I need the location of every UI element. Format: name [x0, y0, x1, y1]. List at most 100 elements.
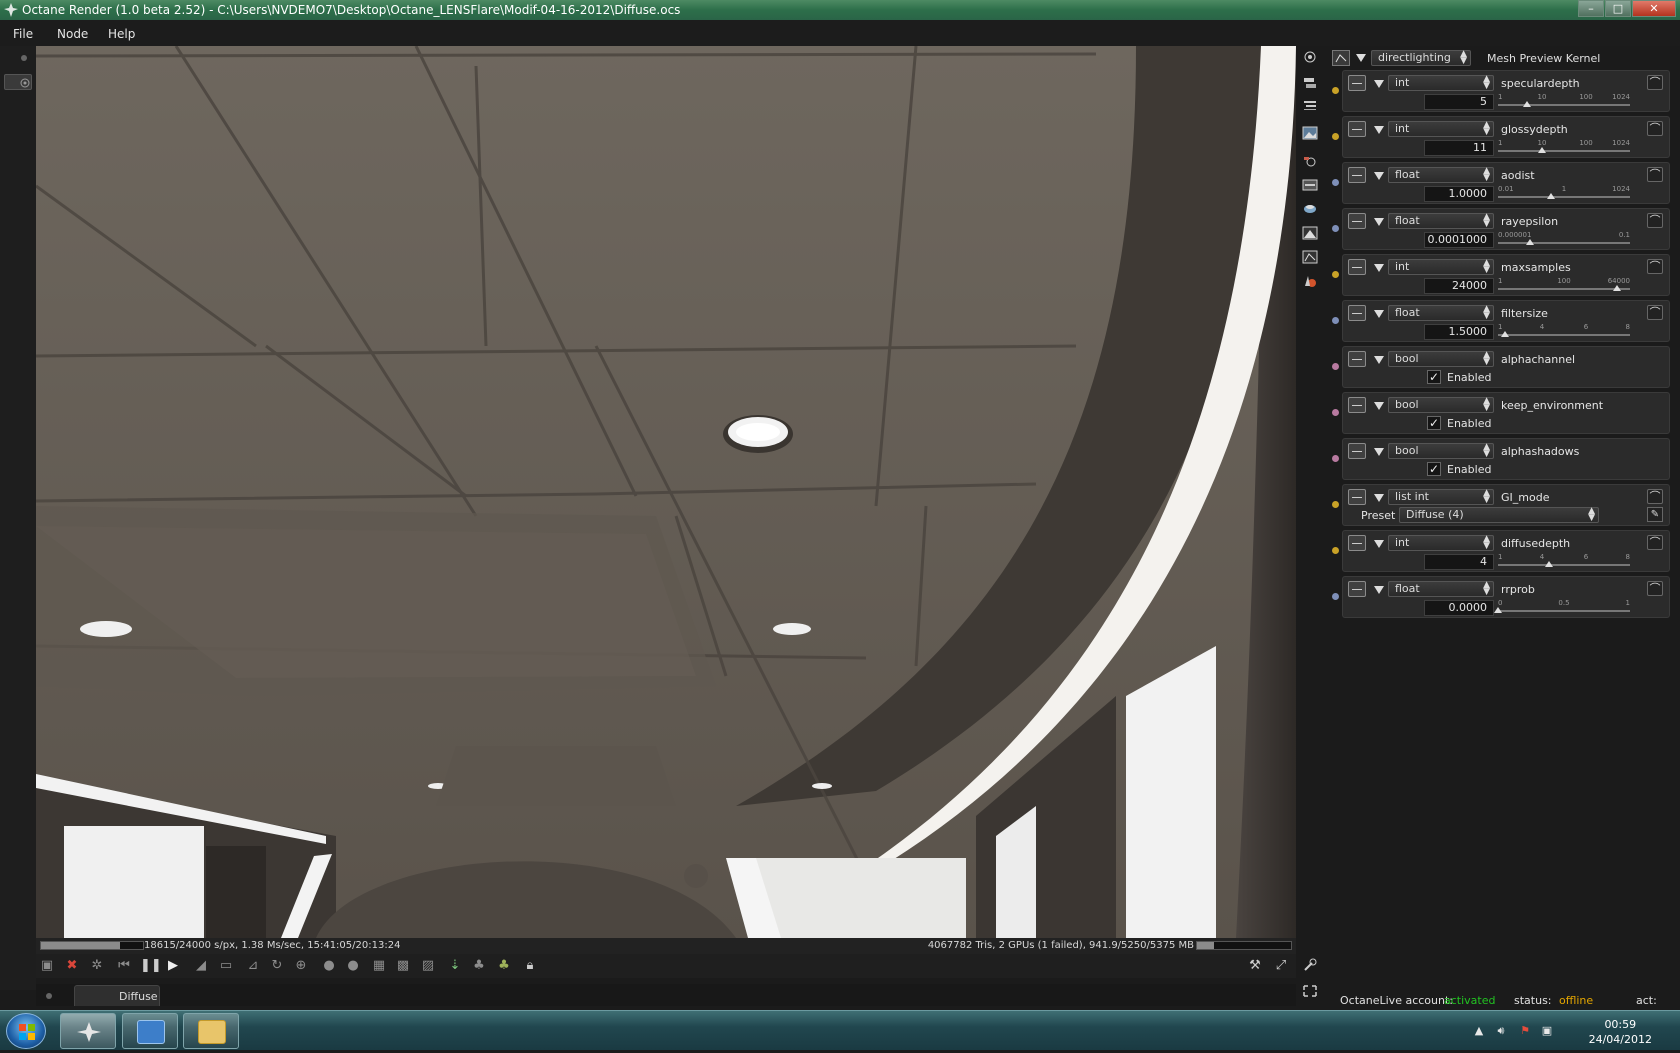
curve-icon[interactable]: ⌒ — [1647, 121, 1663, 136]
sphere-alt-icon[interactable]: ● — [344, 958, 362, 974]
param-type-dropdown[interactable]: float ▲ ▼ — [1388, 305, 1494, 321]
lock-icon[interactable]: 🔒︎ — [521, 958, 539, 974]
slider-thumb[interactable] — [1494, 607, 1502, 613]
slider-thumb[interactable] — [1500, 331, 1509, 337]
param-value-field[interactable]: 0.0001000 — [1424, 232, 1494, 248]
param-pin-icon[interactable] — [1332, 225, 1339, 232]
wrench-icon[interactable] — [1302, 958, 1318, 972]
taskbar-control-panel[interactable] — [122, 1013, 178, 1049]
param-checkbox[interactable]: ✓ — [1427, 370, 1441, 384]
image-icon[interactable] — [1302, 126, 1318, 140]
clay-icon[interactable]: ▨ — [419, 958, 437, 974]
focus-picker-icon[interactable]: ◢ — [192, 958, 210, 974]
slider-thumb[interactable] — [1537, 147, 1546, 153]
collapse-triangle-icon[interactable] — [1374, 310, 1384, 318]
param-type-icon[interactable] — [1348, 167, 1366, 183]
expand-icon[interactable] — [1302, 984, 1318, 998]
param-value-field[interactable]: 1.5000 — [1424, 324, 1494, 340]
param-type-dropdown[interactable]: int ▲ ▼ — [1388, 121, 1494, 137]
param-pin-icon[interactable] — [1332, 271, 1339, 278]
param-type-icon[interactable] — [1348, 489, 1366, 505]
param-value-field[interactable]: 24000 — [1424, 278, 1494, 294]
material-icon[interactable] — [1302, 274, 1318, 288]
param-type-dropdown[interactable]: int ▲ ▼ — [1388, 535, 1494, 551]
param-type-icon[interactable] — [1348, 75, 1366, 91]
slider-thumb[interactable] — [1612, 285, 1621, 291]
param-value-field[interactable]: 11 — [1424, 140, 1494, 156]
imager-icon[interactable] — [1302, 250, 1318, 264]
param-slider[interactable]: 1 10 100 1024 — [1498, 139, 1630, 157]
param-slider[interactable]: 1 10 100 1024 — [1498, 93, 1630, 111]
collapse-triangle-icon[interactable] — [1356, 54, 1366, 62]
collapse-triangle-icon[interactable] — [1374, 540, 1384, 548]
param-pin-icon[interactable] — [1332, 409, 1339, 416]
zoom-icon[interactable]: ⊕ — [292, 958, 310, 974]
tree-icon[interactable]: ♣ — [470, 958, 488, 974]
param-type-icon[interactable] — [1348, 351, 1366, 367]
monitor-icon[interactable]: ▭ — [217, 958, 235, 974]
param-pin-icon[interactable] — [1332, 179, 1339, 186]
edit-pen-icon[interactable]: ✎ — [1647, 507, 1663, 522]
checker-icon[interactable]: ▩ — [394, 958, 412, 974]
param-type-icon[interactable] — [1348, 121, 1366, 137]
slider-thumb[interactable] — [1523, 101, 1532, 107]
kernel-node-icon[interactable] — [1332, 50, 1350, 66]
fullscreen-icon[interactable]: ⤢ — [1272, 958, 1290, 974]
start-button[interactable] — [6, 1013, 46, 1049]
param-value-field[interactable]: 5 — [1424, 94, 1494, 110]
param-type-dropdown[interactable]: int ▲ ▼ — [1388, 259, 1494, 275]
import-icon[interactable]: ⇣ — [446, 958, 464, 974]
collapse-triangle-icon[interactable] — [1374, 448, 1384, 456]
param-slider[interactable]: 0.000001 0.1 — [1498, 231, 1630, 249]
camera-icon[interactable] — [1302, 50, 1318, 64]
clock[interactable]: 00:59 24/04/2012 — [1589, 1017, 1652, 1047]
volume-icon[interactable]: 🔊︎ — [1494, 1024, 1508, 1038]
collapse-triangle-icon[interactable] — [1374, 264, 1384, 272]
slider-thumb[interactable] — [1546, 193, 1555, 199]
restart-icon[interactable]: ✲ — [88, 958, 106, 974]
refresh-icon[interactable]: ↻ — [268, 958, 286, 974]
curve-icon[interactable]: ⌒ — [1647, 489, 1663, 504]
param-type-icon[interactable] — [1348, 213, 1366, 229]
pin-icon[interactable] — [4, 50, 32, 66]
param-pin-icon[interactable] — [1332, 87, 1339, 94]
param-pin-icon[interactable] — [1332, 133, 1339, 140]
curve-icon[interactable]: ⌒ — [1647, 581, 1663, 596]
grid-icon[interactable]: ▦ — [370, 958, 388, 974]
curve-icon[interactable]: ⌒ — [1647, 167, 1663, 182]
rewind-icon[interactable]: ⏮ — [115, 958, 133, 974]
param-pin-icon[interactable] — [1332, 455, 1339, 462]
menu-node[interactable]: Node — [57, 27, 88, 41]
taskbar-explorer[interactable] — [183, 1013, 239, 1049]
maximize-button[interactable]: □ — [1605, 0, 1631, 17]
curve-icon[interactable]: ⌒ — [1647, 259, 1663, 274]
param-pin-icon[interactable] — [1332, 501, 1339, 508]
collapse-triangle-icon[interactable] — [1374, 494, 1384, 502]
show-hidden-icon[interactable]: ▲ — [1472, 1024, 1486, 1038]
param-slider[interactable]: 1 100 64000 — [1498, 277, 1630, 295]
param-pin-icon[interactable] — [1332, 593, 1339, 600]
collapse-triangle-icon[interactable] — [1374, 356, 1384, 364]
param-type-dropdown[interactable]: int ▲ ▼ — [1388, 75, 1494, 91]
collapse-triangle-icon[interactable] — [1374, 218, 1384, 226]
action-center-icon[interactable]: ⚑ — [1518, 1024, 1532, 1038]
param-type-icon[interactable] — [1348, 259, 1366, 275]
tab-diffuse[interactable]: Diffuse — [74, 985, 160, 1006]
tab-strip-dot-icon[interactable] — [46, 993, 52, 999]
param-type-dropdown[interactable]: bool ▲ ▼ — [1388, 397, 1494, 413]
collapse-triangle-icon[interactable] — [1374, 80, 1384, 88]
render-viewport[interactable] — [36, 46, 1296, 938]
curve-icon[interactable]: ⌒ — [1647, 535, 1663, 550]
environment-icon[interactable] — [1302, 202, 1318, 216]
param-type-dropdown[interactable]: float ▲ ▼ — [1388, 167, 1494, 183]
param-type-dropdown[interactable]: float ▲ ▼ — [1388, 213, 1494, 229]
minimize-button[interactable]: – — [1578, 0, 1604, 17]
param-type-icon[interactable] — [1348, 535, 1366, 551]
collapse-triangle-icon[interactable] — [1374, 126, 1384, 134]
param-slider[interactable]: 0 0.5 1 — [1494, 599, 1630, 617]
stop-render-icon[interactable]: ✖ — [63, 958, 81, 974]
region-render-icon[interactable]: ⊿ — [244, 958, 262, 974]
param-pin-icon[interactable] — [1332, 547, 1339, 554]
param-slider[interactable]: 0.01 1 1024 — [1498, 185, 1630, 203]
param-checkbox[interactable]: ✓ — [1427, 416, 1441, 430]
